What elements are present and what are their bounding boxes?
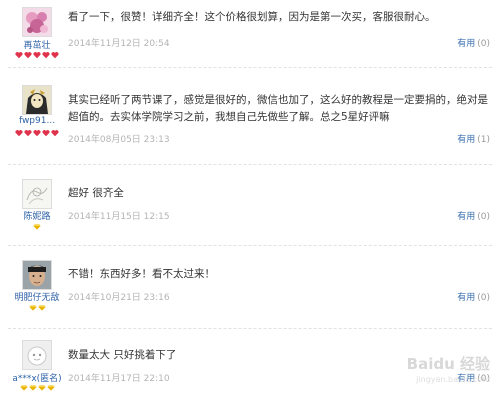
username[interactable]: 明肥仔无敌 bbox=[3, 290, 71, 303]
user-level-icons bbox=[3, 129, 71, 138]
diamond-level-icon bbox=[46, 385, 55, 391]
diamond-level-icon bbox=[33, 224, 41, 230]
user-level-icons bbox=[3, 303, 71, 312]
useful-count: (1) bbox=[477, 135, 490, 145]
diamond-level-icon bbox=[37, 305, 46, 311]
useful-label: 有用 bbox=[457, 293, 476, 303]
useful-label: 有用 bbox=[457, 39, 476, 49]
diamond-level-icon bbox=[28, 385, 37, 391]
diamond-level-icon bbox=[19, 385, 28, 391]
useful-button[interactable]: 有用 (1) bbox=[457, 132, 490, 145]
review-item: 再茁壮 看了一下，很赞！详细齐全！这个价格很划算，因为是第一次买，客服很耐心。 … bbox=[0, 0, 500, 64]
man-photo-avatar-icon bbox=[23, 261, 51, 289]
review-item: 明肥仔无敌 不错！东西好多！看不太过来！ 2014年10月21日 23:16 有… bbox=[0, 246, 500, 328]
sketch-avatar-icon bbox=[23, 180, 51, 208]
heart-level-icon bbox=[33, 130, 41, 137]
review-date: 2014年11月12日 20:54 bbox=[68, 39, 170, 49]
review-date: 2014年11月17日 22:10 bbox=[68, 374, 170, 384]
useful-button[interactable]: 有用 (0) bbox=[457, 36, 490, 49]
useful-button[interactable]: 有用 (0) bbox=[457, 290, 490, 303]
heart-level-icon bbox=[15, 52, 23, 59]
heart-level-icon bbox=[15, 130, 23, 137]
avatar[interactable] bbox=[22, 85, 52, 115]
useful-count: (0) bbox=[477, 39, 490, 49]
user-level-icons bbox=[3, 51, 71, 60]
watermark-logo-text: Baidu 经验 bbox=[406, 355, 490, 373]
default-anonymous-avatar-icon bbox=[23, 341, 51, 369]
avatar[interactable] bbox=[22, 340, 52, 370]
heart-level-icon bbox=[51, 130, 59, 137]
review-date: 2014年10月21日 23:16 bbox=[68, 293, 170, 303]
heart-level-icon bbox=[42, 52, 50, 59]
username[interactable]: 陈妮路 bbox=[3, 209, 71, 222]
username[interactable]: fwp91... bbox=[3, 116, 71, 126]
avatar[interactable] bbox=[22, 7, 52, 37]
pink-flower-avatar-icon bbox=[23, 8, 51, 36]
user-level-icons bbox=[3, 222, 71, 231]
review-content: 其实已经听了两节课了，感觉是很好的，微信也加了，这么好的教程是一定要捐的，绝对是… bbox=[68, 94, 488, 123]
avatar[interactable] bbox=[22, 179, 52, 209]
heart-level-icon bbox=[24, 130, 32, 137]
heart-level-icon bbox=[33, 52, 41, 59]
user-level-icons bbox=[3, 383, 71, 392]
heart-level-icon bbox=[51, 52, 59, 59]
watermark-url: jingyan.baidu.com bbox=[416, 375, 490, 384]
review-content: 看了一下，很赞！详细齐全！这个价格很划算，因为是第一次买，客服很耐心。 bbox=[68, 11, 436, 23]
heart-level-icon bbox=[42, 130, 50, 137]
useful-label: 有用 bbox=[457, 212, 476, 222]
review-content: 不错！东西好多！看不太过来！ bbox=[68, 268, 215, 280]
review-date: 2014年08月05日 23:13 bbox=[68, 135, 170, 145]
username[interactable]: 再茁壮 bbox=[3, 38, 71, 51]
avatar[interactable] bbox=[22, 260, 52, 290]
useful-count: (0) bbox=[477, 293, 490, 303]
baidu-jingyan-watermark: Baidu 经验 jingyan.baidu.com bbox=[407, 357, 490, 387]
useful-button[interactable]: 有用 (0) bbox=[457, 209, 490, 222]
heart-level-icon bbox=[24, 52, 32, 59]
review-content: 超好 很齐全 bbox=[68, 187, 124, 199]
review-item: 陈妮路 超好 很齐全 2014年11月15日 12:15 有用 (0) bbox=[0, 165, 500, 245]
useful-count: (0) bbox=[477, 212, 490, 222]
anime-character-avatar-icon bbox=[23, 86, 51, 114]
review-date: 2014年11月15日 12:15 bbox=[68, 212, 170, 222]
useful-label: 有用 bbox=[457, 135, 476, 145]
diamond-level-icon bbox=[37, 385, 46, 391]
diamond-level-icon bbox=[28, 305, 37, 311]
review-item: fwp91... 其实已经听了两节课了，感觉是很好的，微信也加了，这么好的教程是… bbox=[0, 68, 500, 163]
